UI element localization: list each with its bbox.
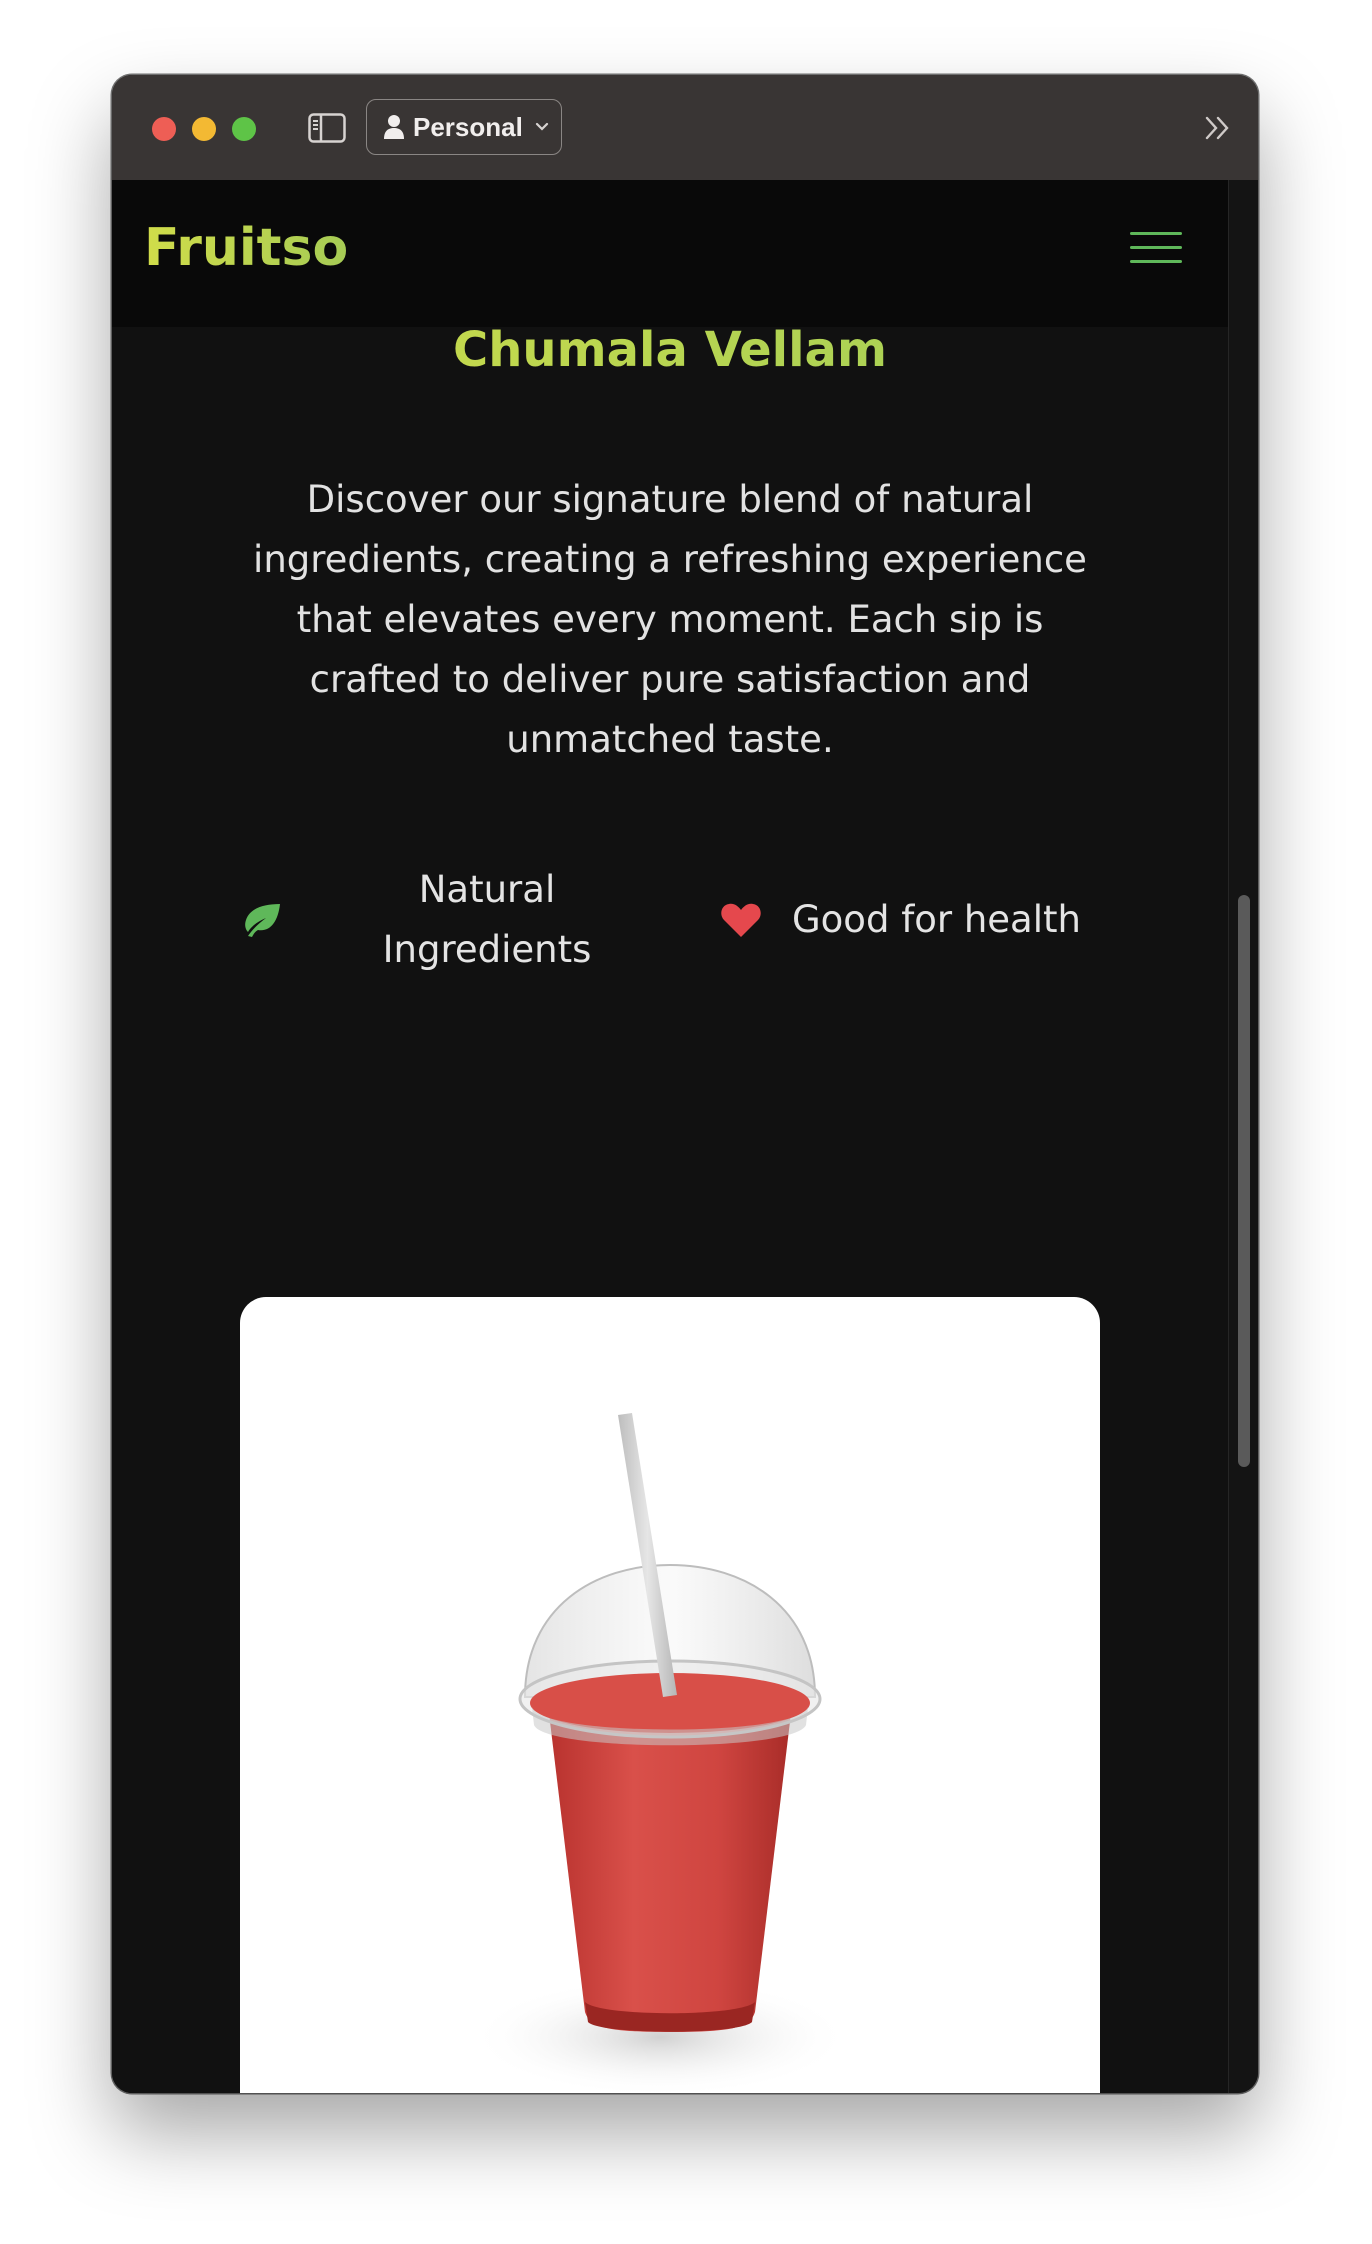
web-page: Chumala Vellam Discover our signature bl… bbox=[112, 180, 1228, 2093]
feature-natural-ingredients: Natural Ingredients bbox=[240, 860, 602, 980]
leaf-icon bbox=[245, 904, 280, 937]
browser-window: Personal Chumala Vellam Discover our sig… bbox=[112, 75, 1258, 2093]
page-scrollbar[interactable] bbox=[1228, 180, 1258, 2093]
zoom-window-button[interactable] bbox=[232, 117, 256, 141]
person-icon bbox=[384, 115, 404, 139]
site-navbar: Fruitso bbox=[112, 180, 1228, 327]
close-window-button[interactable] bbox=[152, 117, 176, 141]
scrollbar-thumb[interactable] bbox=[1238, 895, 1250, 1467]
product-image-card bbox=[240, 1297, 1100, 2093]
product-title: Chumala Vellam bbox=[112, 322, 1228, 378]
profile-switcher[interactable]: Personal bbox=[366, 99, 562, 155]
brand-logo[interactable]: Fruitso bbox=[144, 218, 348, 278]
double-chevron-right-icon[interactable] bbox=[1204, 115, 1232, 141]
profile-label: Personal bbox=[413, 111, 523, 142]
feature-label: Natural Ingredients bbox=[382, 868, 592, 971]
feature-label: Good for health bbox=[792, 898, 1081, 941]
heart-icon bbox=[721, 903, 761, 937]
product-description: Discover our signature blend of natural … bbox=[253, 478, 1087, 761]
feature-good-for-health: Good for health bbox=[720, 890, 1081, 950]
red-juice-cup-image bbox=[470, 1413, 850, 2093]
minimize-window-button[interactable] bbox=[192, 117, 216, 141]
sidebar-toggle-icon[interactable] bbox=[308, 113, 346, 143]
product-title-container: Chumala Vellam bbox=[112, 322, 1228, 392]
hamburger-menu-icon[interactable] bbox=[1130, 232, 1182, 272]
chevron-down-icon bbox=[535, 122, 548, 131]
browser-titlebar: Personal bbox=[112, 75, 1258, 181]
